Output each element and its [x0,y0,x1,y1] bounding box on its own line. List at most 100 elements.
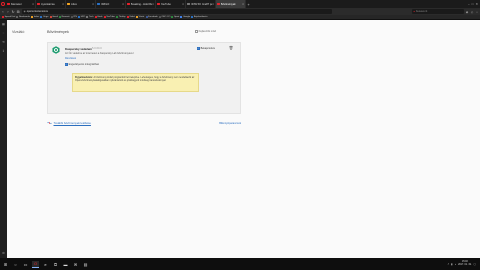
warning-box: Figyelmeztetés: A bővítmény külső progra… [72,73,199,92]
store-icon[interactable]: ⛋ [52,261,59,268]
history-icon[interactable]: ⟲ [2,40,6,44]
extensions-page: Vizsláló Bővítmények Fejlesztői mód Kasp… [7,20,480,258]
keyboard-shortcuts-link[interactable]: Billentyűparancsok [219,122,241,125]
search-icon[interactable]: ○ [12,261,19,268]
calendar-icon[interactable]: ▤ [82,261,89,268]
tab-close-icon[interactable]: ✕ [32,3,34,6]
enabled-toggle[interactable]: ✓ Bekapcsolva [197,47,215,50]
system-tray: ˄ ▮ ◖ 15:03 2017. 01. 19. ▢ [448,261,480,267]
bookmark-label: H2O [80,16,86,18]
developer-mode-toggle[interactable]: Fejlesztői mód [195,30,216,33]
bookmark-item[interactable]: Videó [126,16,135,18]
address-field[interactable]: ◉ opera://extensions [22,9,332,14]
taskbar: ⊞ ○ ▭ O e ⛋ ▬ ✉ ▤ ˄ ▮ ◖ 15:03 2017. 01. … [0,258,480,270]
bookmark-item[interactable]: Tech [86,16,94,18]
tab-7[interactable]: Bővítmények ✕ [216,0,246,8]
bookmark-item[interactable]: Speed Dial [2,16,15,18]
bookmark-item[interactable]: Facebook [145,16,158,18]
windows-start-icon[interactable]: ⊞ [2,261,9,268]
tab-close-icon[interactable]: ✕ [182,3,184,6]
left-nav-item[interactable]: Vizsláló [12,30,24,34]
tab-close-icon[interactable]: ✕ [62,3,64,6]
get-more-label: További bővítmények letöltése [53,121,91,125]
bookmark-item[interactable]: Origo [40,16,48,18]
network-icon[interactable]: ▮ [451,263,452,266]
tab-title: NOW 50: Íme87 például sor [190,2,212,6]
tab-close-icon[interactable]: ✕ [212,3,214,6]
notifications-icon[interactable]: ▢ [474,263,476,266]
opera-logo-icon [1,2,5,6]
bookmark-item[interactable]: Hirek [94,16,103,18]
tab-5[interactable]: YouTube ✕ [156,0,186,8]
bookmark-item[interactable]: Térkép [116,16,126,18]
bookmark-item[interactable]: Sport [171,16,179,18]
bookmark-item[interactable]: Gmail [49,16,58,18]
new-tab-button[interactable]: + [246,0,251,8]
tab-favicon-icon [37,2,40,6]
bookmark-label: Facebook [148,16,158,18]
trash-icon[interactable]: 🗑 [229,46,234,50]
bookmark-item[interactable]: YouTube [103,16,115,18]
kaspersky-icon [52,46,60,54]
enabled-checkbox[interactable]: ✓ [197,47,200,50]
developer-mode-label: Fejlesztői mód [198,30,216,33]
incognito-checkbox[interactable]: ✓ [65,63,68,66]
explorer-icon[interactable]: e [42,261,49,268]
bookmark-item[interactable]: Index [31,16,39,18]
settings-icon[interactable]: ⚙ [2,251,6,255]
clock-date: 2017. 01. 19. [458,264,472,266]
extension-version: 5.0.60.0 [92,47,102,50]
addons-store-icon [47,121,52,125]
bookmark-label: OEO CO [161,16,171,18]
vpn-icon[interactable]: ◈ [465,9,469,14]
tab-close-icon[interactable]: ✕ [92,3,94,6]
tab-favicon-icon [187,2,190,6]
tab-close-icon[interactable]: ✕ [152,3,154,6]
get-more-extensions-link[interactable]: További bővítmények letöltése [47,121,91,125]
mail-icon[interactable]: ✉ [72,261,79,268]
search-field[interactable]: ● Keresés itt [412,9,464,14]
speed-dial-icon[interactable]: ▦ [2,22,6,26]
chevron-up-icon[interactable]: ˄ [448,263,450,266]
home-button[interactable]: ⊞ [16,9,20,14]
tab-close-icon[interactable]: ✕ [242,3,244,6]
bookmark-item[interactable]: Bookmarks [16,16,30,18]
folder-icon[interactable]: ▬ [62,261,69,268]
minimize-icon[interactable]: – [468,2,470,6]
incognito-option[interactable]: ✓ Engedélyezés inkognitóban [65,63,99,66]
bookmark-item[interactable]: Bejelentkezés [191,16,208,18]
tab-3[interactable]: ORIGO ✕ [96,0,126,8]
bookmark-item[interactable]: H2O [78,16,85,18]
tab-2[interactable]: Index ✕ [66,0,96,8]
tab-close-icon[interactable]: ✕ [122,3,124,6]
details-link[interactable]: Részletek [65,57,76,60]
tab-6[interactable]: NOW 50: Íme87 például sor✕ [186,0,216,8]
clock[interactable]: 15:03 2017. 01. 19. [458,261,471,267]
maximize-icon[interactable]: □ [472,2,474,6]
bookmark-item[interactable]: Google [180,16,190,18]
bookmark-item[interactable]: Vásár [136,16,144,18]
opera-taskbar-icon[interactable]: O [32,260,39,268]
download-icon[interactable]: ↓ [475,9,479,14]
extension-card: Kaspersky védelem 5.0.60.0 Az Ön védelme… [47,42,241,114]
messenger-icon[interactable]: ◌ [2,31,6,35]
tab-title: Bővítmények [220,2,236,6]
tab-0[interactable]: Sitemeter ✕ [6,0,36,8]
reload-button[interactable]: ↻ [11,9,15,14]
bookmark-item[interactable]: Nemzeti [59,16,70,18]
close-window-icon[interactable]: ✕ [475,2,478,6]
forward-button[interactable]: › [6,9,10,14]
tab-1[interactable]: Gyorstárcsa ✕ [36,0,66,8]
back-button[interactable]: ‹ [1,9,5,14]
extension-description: Az Ön védelme az interneten a Kaspersky … [65,52,134,55]
search-placeholder: Keresés itt [415,10,428,13]
bookmark-item[interactable]: OEO CO [158,16,171,18]
volume-icon[interactable]: ◖ [455,263,457,266]
task-view-icon[interactable]: ▭ [22,261,29,268]
developer-mode-checkbox[interactable] [195,30,198,33]
bookmark-item[interactable]: IPS [70,16,77,18]
downloads-icon[interactable]: ↧ [2,49,6,53]
tab-4[interactable]: Breaking - Hold Remote Ins✕ [126,0,156,8]
adblock-icon[interactable]: ◇ [470,9,474,14]
bookmark-label: Sport [174,16,180,18]
